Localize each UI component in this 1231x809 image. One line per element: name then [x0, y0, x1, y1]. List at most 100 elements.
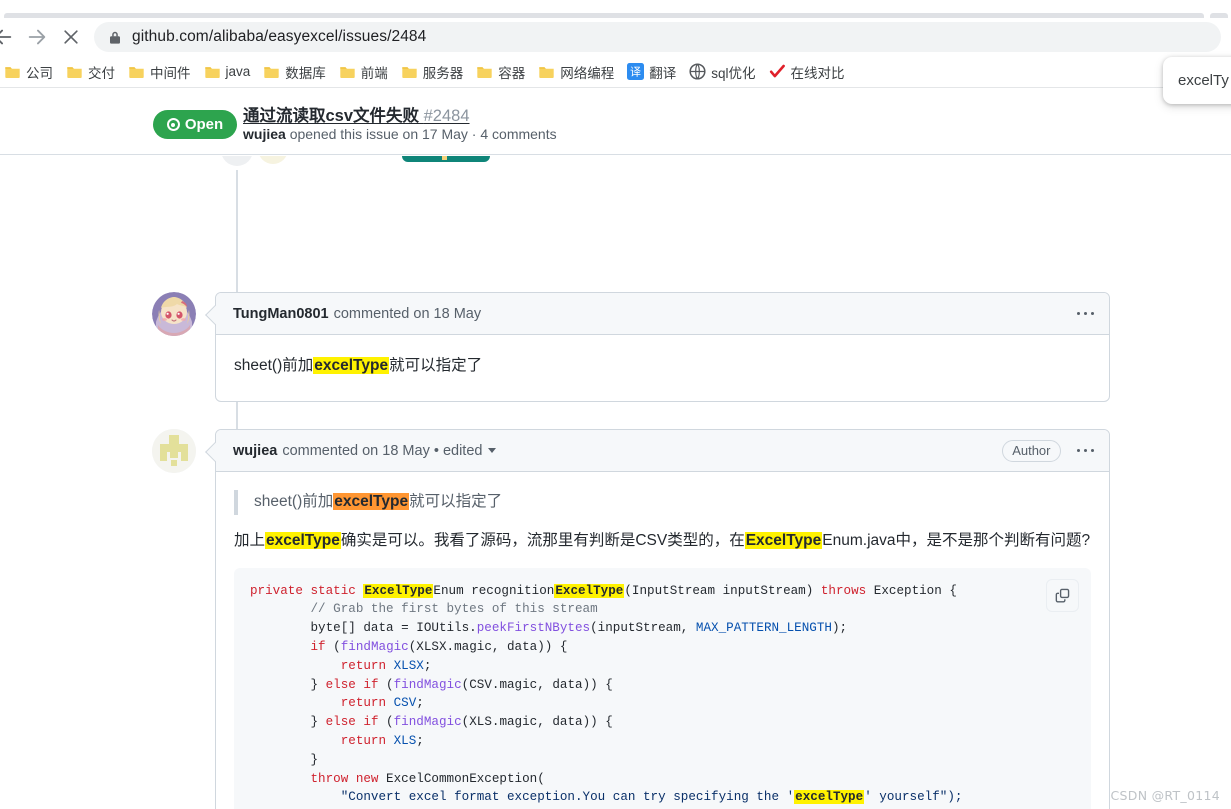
code-seg: Exception {: [866, 583, 957, 598]
bookmark-item-3[interactable]: java: [200, 60, 258, 84]
code-seg: (XLSX.magic, data)) {: [408, 639, 568, 654]
code-seg: (: [325, 639, 341, 654]
comment-options-button[interactable]: [1075, 306, 1097, 322]
code-fn: findMagic: [340, 639, 409, 654]
bookmark-item-1[interactable]: 交付: [62, 60, 122, 84]
code-kw: return: [340, 696, 387, 711]
code-seg: (InputStream inputStream): [624, 583, 821, 598]
address-bar[interactable]: github.com/alibaba/easyexcel/issues/2484: [94, 22, 1221, 52]
code-kw: throws: [820, 583, 867, 598]
issue-title-text: 通过流读取csv文件失败: [243, 107, 420, 125]
comment-timestamp[interactable]: commented on 18 May • edited: [282, 442, 497, 459]
bookmark-label: 网络编程: [560, 65, 615, 81]
folder-icon: [129, 67, 144, 78]
comment-header: TungMan0801 commented on 18 May: [216, 293, 1109, 335]
comment-options-button[interactable]: [1075, 443, 1097, 459]
search-highlight: ExcelType: [744, 531, 823, 549]
avatar[interactable]: [152, 292, 196, 336]
bookmark-label: 容器: [498, 65, 526, 81]
avatar[interactable]: [152, 429, 196, 473]
code-string: ' yourself");: [864, 790, 963, 805]
bookmark-label: 在线对比: [790, 65, 845, 81]
bookmark-item-4[interactable]: 数据库: [259, 60, 333, 84]
code-kw: private static: [250, 583, 364, 598]
comment-text: sheet()前加excelType就可以指定了: [234, 354, 1091, 379]
copy-code-button[interactable]: [1046, 578, 1079, 612]
code-block: private static ExcelTypeEnum recognition…: [234, 567, 1091, 809]
forward-button[interactable]: [20, 20, 54, 54]
issue-subtitle: wujiea opened this issue on 17 May · 4 c…: [243, 126, 557, 142]
bookmark-item-11[interactable]: 在线对比: [765, 60, 852, 84]
issue-open-icon: [166, 118, 180, 131]
status-badge: Open: [153, 110, 237, 139]
comment-card: wujiea commented on 18 May • edited Auth…: [205, 429, 1110, 809]
bookmark-item-9[interactable]: 译翻译: [623, 60, 683, 84]
bookmark-item-10[interactable]: sql优化: [685, 60, 762, 84]
quote-prefix: sheet()前加: [254, 493, 334, 510]
bookmark-label: 中间件: [150, 65, 191, 81]
find-in-page-popup[interactable]: excelTy: [1163, 57, 1231, 104]
comment-timestamp-text: commented on 18 May • edited: [282, 442, 483, 459]
chevron-down-icon[interactable]: [488, 448, 497, 454]
globe-icon: [689, 63, 706, 80]
bookmark-item-7[interactable]: 容器: [472, 60, 532, 84]
bookmark-item-0[interactable]: 公司: [0, 60, 60, 84]
para-part-2: 确实是可以。我看了源码，流那里有判断是CSV类型的，在: [340, 531, 745, 549]
code-seg: (: [378, 677, 394, 692]
folder-icon: [402, 67, 417, 78]
scrolled-content-fragment: [0, 156, 1231, 170]
code-seg: byte[] data = IOUtils.: [310, 621, 477, 636]
bookmark-label: java: [225, 64, 251, 79]
search-highlight-active: excelType: [333, 493, 410, 510]
comment-body: sheet()前加excelType就可以指定了 加上excelType确实是可…: [216, 472, 1109, 809]
code-seg: ExcelCommonException(: [378, 771, 545, 786]
status-badge-label: Open: [184, 116, 224, 133]
code-seg: (CSV.magic, data)) {: [461, 677, 613, 692]
comment-author[interactable]: TungMan0801: [233, 306, 329, 322]
code-comment: // Grab the first bytes of this stream: [310, 602, 598, 617]
back-button[interactable]: [0, 20, 20, 54]
code-seg: }: [310, 677, 326, 692]
code-seg: (XLS.magic, data)) {: [461, 715, 613, 730]
code-seg: }: [310, 715, 326, 730]
issue-author[interactable]: wujiea: [243, 126, 286, 142]
bookmark-item-8[interactable]: 网络编程: [534, 60, 621, 84]
author-badge: Author: [1002, 439, 1061, 462]
bookmark-label: 公司: [26, 65, 53, 81]
bookmarks-bar: 公司 交付 中间件 java 数据库 前端 服务器 容器 网络编程译翻译 sql优化 在线对比: [0, 56, 1231, 88]
red-check-icon: [769, 64, 785, 78]
stop-loading-button[interactable]: [54, 20, 88, 54]
partial-button[interactable]: [402, 156, 490, 162]
browser-toolbar: github.com/alibaba/easyexcel/issues/2484: [0, 18, 1231, 56]
code-const: MAX_PATTERN_LENGTH: [695, 621, 832, 636]
find-query-text: excelTy: [1178, 72, 1229, 89]
browser-tab-strip[interactable]: [0, 0, 1231, 18]
page-title[interactable]: 通过流读取csv文件失败 #2484: [243, 102, 470, 126]
code-fn: findMagic: [393, 715, 462, 730]
bookmark-item-2[interactable]: 中间件: [124, 60, 198, 84]
search-highlight: ExcelType: [554, 583, 625, 598]
bookmark-item-5[interactable]: 前端: [335, 60, 395, 84]
code-seg: }: [310, 752, 319, 767]
folder-icon: [264, 67, 279, 78]
code-fn: peekFirstNBytes: [476, 621, 591, 636]
code-kw: if: [310, 639, 326, 654]
code-fn: findMagic: [393, 677, 462, 692]
partial-avatar: [221, 156, 253, 166]
bookmark-item-6[interactable]: 服务器: [397, 60, 471, 84]
code-kw: return: [340, 733, 387, 748]
code-const: CSV: [386, 696, 417, 711]
url-text: github.com/alibaba/easyexcel/issues/2484: [132, 28, 427, 45]
bookmark-label: 翻译: [649, 65, 677, 81]
bookmark-label: 数据库: [285, 65, 326, 81]
bookmark-label: 前端: [360, 65, 388, 81]
folder-icon: [539, 67, 554, 78]
bookmark-label: 服务器: [422, 65, 464, 81]
translate-icon: 译: [627, 63, 645, 80]
comment-body: sheet()前加excelType就可以指定了: [216, 335, 1109, 401]
code-seg: Enum recognition: [433, 583, 555, 598]
search-highlight: excelType: [794, 790, 865, 805]
partial-avatar: [258, 156, 288, 164]
comment-author[interactable]: wujiea: [233, 443, 277, 459]
code-kw: else if: [325, 715, 379, 730]
